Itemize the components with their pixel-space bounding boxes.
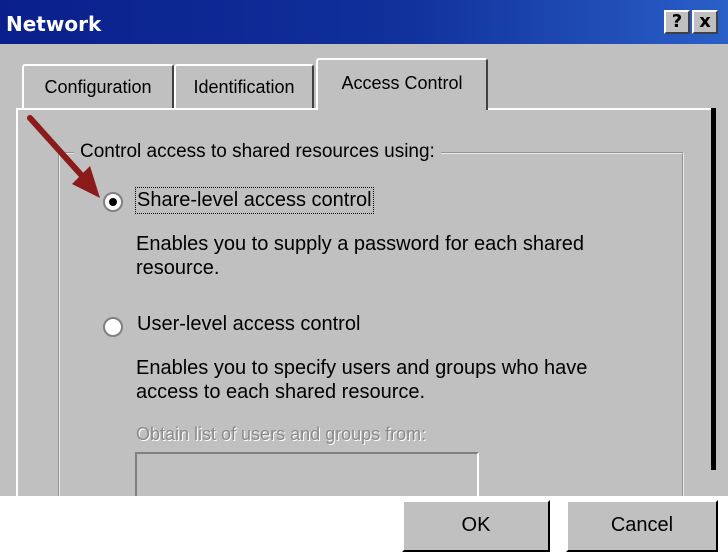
user-level-description: Enables you to specify users and groups … bbox=[136, 356, 587, 404]
title-bar[interactable]: Network ? x bbox=[0, 0, 728, 44]
window-title: Network bbox=[6, 12, 102, 36]
user-level-label[interactable]: User-level access control bbox=[137, 313, 360, 336]
close-button[interactable]: x bbox=[692, 10, 718, 34]
user-level-description-line1: Enables you to specify users and groups … bbox=[136, 357, 588, 379]
user-level-radio[interactable] bbox=[103, 317, 123, 337]
share-level-description: Enables you to supply a password for eac… bbox=[136, 232, 584, 280]
tab-configuration[interactable]: Configuration bbox=[22, 64, 174, 108]
obtain-list-field bbox=[135, 452, 479, 500]
user-level-description-line2: access to each shared resource. bbox=[136, 381, 426, 403]
network-dialog: Network ? x Configuration Identification… bbox=[0, 0, 728, 552]
obtain-list-label: Obtain list of users and groups from: bbox=[136, 424, 427, 444]
help-button[interactable]: ? bbox=[664, 10, 690, 34]
group-legend: Control access to shared resources using… bbox=[74, 141, 441, 163]
radio-selected-dot bbox=[109, 198, 117, 206]
panel-edge bbox=[711, 108, 716, 470]
share-level-description-line1: Enables you to supply a password for eac… bbox=[136, 233, 585, 255]
share-level-radio[interactable] bbox=[103, 192, 123, 212]
tab-access-control[interactable]: Access Control bbox=[316, 58, 488, 110]
share-level-label[interactable]: Share-level access control bbox=[135, 187, 374, 214]
ok-button[interactable]: OK bbox=[402, 500, 550, 552]
tab-identification[interactable]: Identification bbox=[174, 64, 314, 108]
cancel-button[interactable]: Cancel bbox=[566, 500, 718, 552]
share-level-description-line2: resource. bbox=[136, 257, 220, 279]
